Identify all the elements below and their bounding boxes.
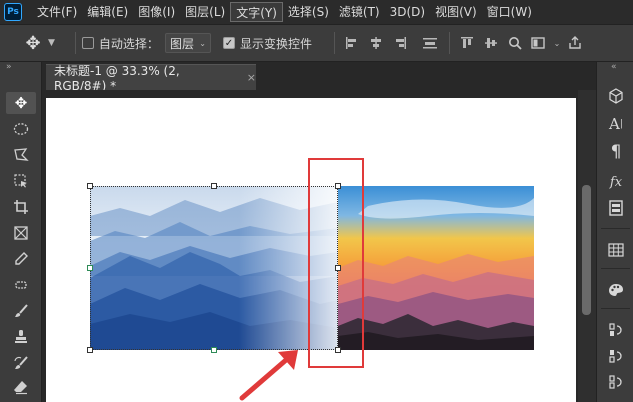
align-horizontal-centers-icon[interactable] [365, 32, 387, 54]
search-icon[interactable] [504, 32, 526, 54]
actions-icon[interactable] [603, 344, 629, 368]
adjustments-history-icon[interactable] [603, 370, 629, 394]
3d-cube-icon[interactable] [603, 84, 629, 108]
auto-select-target-dropdown[interactable]: 图层 ⌄ [164, 33, 211, 53]
layer-styles-fx-icon[interactable]: fx [603, 170, 629, 194]
align-right-edges-icon[interactable] [389, 32, 411, 54]
menu-view[interactable]: 视图(V) [430, 2, 482, 22]
crop-tool-icon[interactable] [6, 196, 36, 218]
object-selection-tool-icon[interactable] [6, 170, 36, 192]
vertical-scrollbar[interactable] [578, 90, 596, 402]
align-vertical-centers-icon[interactable] [480, 32, 502, 54]
properties-panel-icon[interactable] [603, 196, 629, 220]
lasso-tool-icon[interactable] [6, 144, 36, 166]
collapse-panel-icon[interactable]: » [0, 62, 41, 76]
annotation-arrow-icon [239, 350, 298, 401]
show-transform-controls-label: 显示变换控件 [239, 36, 312, 51]
scrollbar-thumb[interactable] [582, 185, 591, 315]
eraser-tool-icon[interactable] [6, 376, 36, 398]
workspace-icon[interactable] [528, 32, 550, 54]
elliptical-marquee-tool-icon[interactable] [6, 118, 36, 140]
divider [601, 308, 630, 309]
document-tab-bar: 未标题-1 @ 33.3% (2, RGB/8#) * × [42, 62, 596, 93]
swatches-grid-icon[interactable] [603, 238, 629, 262]
divider [448, 32, 450, 54]
paragraph-panel-icon[interactable]: ¶ [603, 140, 629, 164]
close-icon[interactable]: × [247, 71, 256, 84]
menu-edit[interactable]: 编辑(E) [82, 2, 133, 22]
transform-handle-top-left[interactable] [87, 183, 93, 189]
chevron-down-icon: ⌄ [199, 38, 206, 48]
align-top-edges-icon[interactable] [456, 32, 478, 54]
color-palette-icon[interactable] [603, 278, 629, 302]
share-icon[interactable] [564, 32, 586, 54]
chevron-down-icon[interactable]: ▼ [48, 38, 55, 48]
divider [601, 268, 630, 269]
divider [601, 228, 630, 229]
brush-tool-icon[interactable] [6, 300, 36, 322]
photoshop-logo-icon: Ps [4, 3, 22, 21]
misty-mountains-image[interactable] [90, 186, 338, 350]
align-icons-group: ⌄ [328, 32, 588, 54]
collapse-panel-icon[interactable]: « [597, 62, 633, 74]
divider [74, 32, 76, 54]
spot-healing-brush-icon[interactable] [6, 274, 36, 296]
chevron-down-icon[interactable]: ⌄ [552, 32, 562, 54]
eyedropper-tool-icon[interactable] [6, 248, 36, 270]
history-brush-tool-icon[interactable] [6, 352, 36, 374]
auto-select-label: 自动选择： [98, 36, 159, 51]
menu-select[interactable]: 选择(S) [283, 2, 334, 22]
show-transform-controls-checkbox[interactable]: ✓ [222, 37, 235, 49]
transform-handle-middle-left[interactable] [87, 265, 93, 271]
menu-image[interactable]: 图像(I) [133, 2, 180, 22]
frame-tool-icon[interactable] [6, 222, 36, 244]
document-canvas[interactable] [46, 98, 576, 402]
menu-window[interactable]: 窗口(W) [482, 2, 537, 22]
document-tab-title: 未标题-1 @ 33.3% (2, RGB/8#) * [54, 64, 180, 93]
tools-panel: » ✥ [0, 62, 42, 402]
move-tool-icon[interactable]: ✥ [6, 92, 36, 114]
distribute-icon[interactable] [419, 32, 441, 54]
align-left-edges-icon[interactable] [341, 32, 363, 54]
document-tab[interactable]: 未标题-1 @ 33.3% (2, RGB/8#) * × [46, 64, 256, 93]
options-bar: ✥ ▼ 自动选择： 图层 ⌄ ✓ 显示变换控件 ⌄ [0, 24, 633, 62]
right-panel-dock: « A | ¶ fx [596, 62, 633, 402]
annotation-highlight-box [308, 158, 364, 368]
canvas-area[interactable] [42, 90, 596, 402]
transform-handle-bottom-center[interactable] [211, 347, 217, 353]
menu-filter[interactable]: 滤镜(T) [334, 2, 385, 22]
move-tool-preset-icon[interactable]: ✥ [20, 30, 46, 56]
auto-select-checkbox[interactable] [81, 37, 94, 49]
divider [333, 32, 335, 54]
menu-layer[interactable]: 图层(L) [180, 2, 230, 22]
menu-bar: Ps 文件(F) 编辑(E) 图像(I) 图层(L) 文字(Y) 选择(S) 滤… [0, 0, 633, 24]
character-panel-icon[interactable]: A | [603, 112, 629, 136]
transform-handle-top-center[interactable] [211, 183, 217, 189]
clone-stamp-tool-icon[interactable] [6, 326, 36, 348]
sunset-mountains-image[interactable] [338, 186, 534, 350]
transform-handle-bottom-left[interactable] [87, 347, 93, 353]
history-states-icon[interactable] [603, 318, 629, 342]
auto-select-target-value: 图层 [169, 36, 194, 51]
menu-3d[interactable]: 3D(D) [385, 2, 430, 22]
menu-type[interactable]: 文字(Y) [230, 2, 283, 22]
menu-file[interactable]: 文件(F) [32, 2, 82, 22]
